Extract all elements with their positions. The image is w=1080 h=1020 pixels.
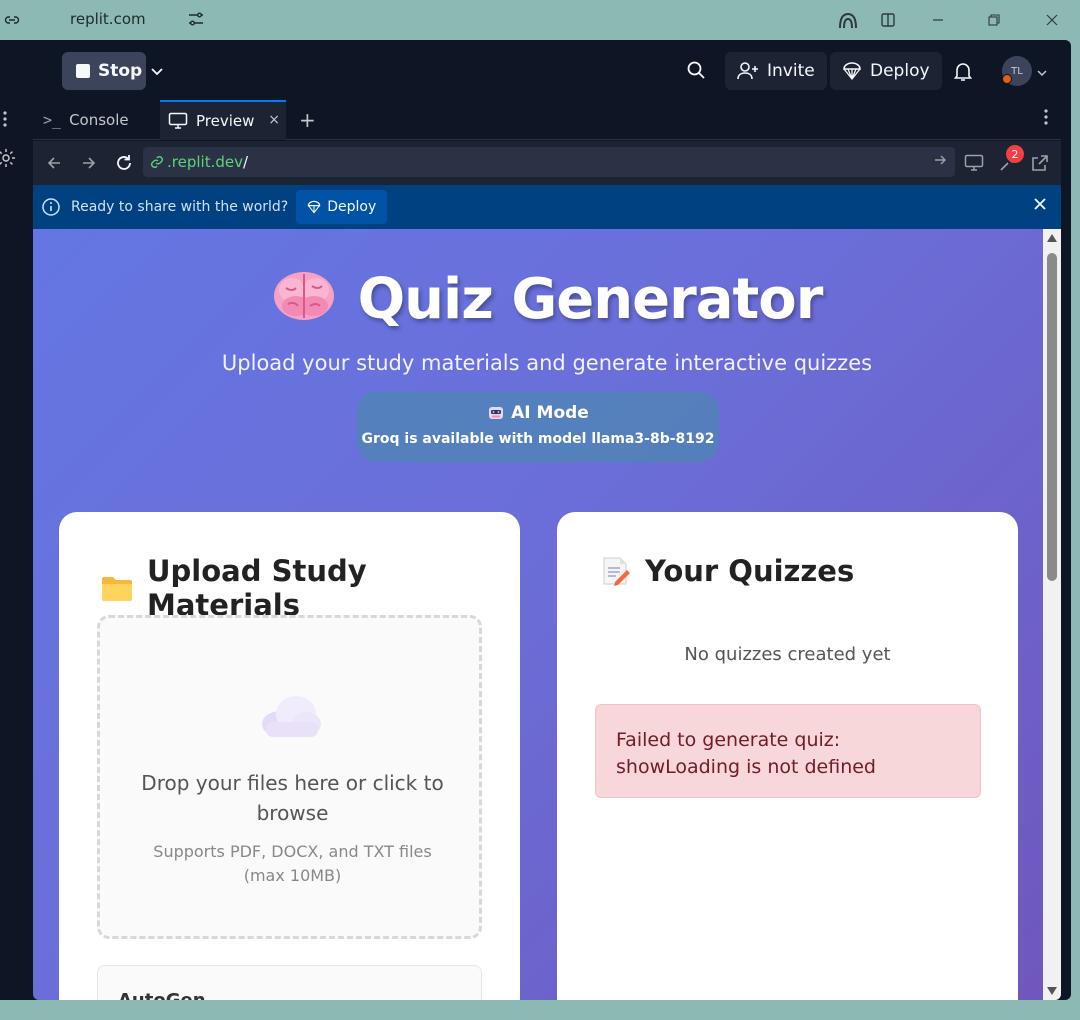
autogen-label: AutoGen xyxy=(118,990,206,1000)
monitor-icon xyxy=(168,112,188,129)
page-subtitle: Upload your study materials and generate… xyxy=(221,351,873,375)
copilot-icon[interactable] xyxy=(836,8,860,32)
page-title-text: Quiz Generator xyxy=(357,267,824,332)
left-sidebar-strip xyxy=(0,100,30,1000)
upload-heading: Upload Study Materials xyxy=(101,554,520,622)
terminal-icon: >_ xyxy=(43,111,62,129)
deploy-label: Deploy xyxy=(870,61,930,81)
stop-button[interactable]: Stop xyxy=(62,52,146,90)
back-icon[interactable] xyxy=(43,152,65,174)
refresh-icon[interactable] xyxy=(113,152,135,174)
invite-button[interactable]: Invite xyxy=(725,52,827,90)
gear-icon[interactable] xyxy=(0,148,16,172)
page-title: Quiz Generator xyxy=(33,267,1061,332)
avatar[interactable]: TL xyxy=(1002,56,1032,86)
memo-icon xyxy=(601,556,631,586)
stop-icon xyxy=(76,64,90,78)
minimize-icon[interactable] xyxy=(926,8,950,32)
tab-preview[interactable]: Preview × xyxy=(160,100,286,140)
kebab-icon[interactable] xyxy=(2,110,8,132)
os-window-title: replit.com xyxy=(70,10,146,28)
autogen-section: AutoGen xyxy=(97,965,482,1000)
banner-deploy-label: Deploy xyxy=(327,199,377,215)
scrollbar[interactable] xyxy=(1043,229,1061,1000)
preview-url-bar: .replit.dev / 2 xyxy=(33,141,1061,185)
external-link-icon[interactable] xyxy=(1029,152,1051,174)
stop-button-label: Stop xyxy=(98,61,143,81)
avatar-initials: TL xyxy=(1011,65,1023,77)
url-host: .replit.dev xyxy=(167,153,243,171)
ai-status-badge: AI Mode Groq is available with model lla… xyxy=(357,392,719,462)
tab-console-label: Console xyxy=(69,111,129,129)
monitor-icon[interactable] xyxy=(963,152,985,174)
ai-mode-label: AI Mode xyxy=(511,403,589,423)
os-title-bar: replit.com xyxy=(0,0,1080,40)
preview-pane: >_ Console Preview × + .replit.dev / 2 R… xyxy=(33,100,1061,1000)
info-icon xyxy=(41,197,61,217)
url-input[interactable]: .replit.dev / xyxy=(143,147,955,177)
upload-card: Upload Study Materials Drop your files h… xyxy=(59,512,520,1000)
quizzes-heading: Your Quizzes xyxy=(601,554,854,588)
quizzes-heading-text: Your Quizzes xyxy=(645,554,855,588)
preview-viewport: Quiz Generator Upload your study materia… xyxy=(33,229,1061,1000)
upload-heading-text: Upload Study Materials xyxy=(147,554,367,622)
close-icon[interactable] xyxy=(1040,8,1064,32)
devtools-badge: 2 xyxy=(1006,145,1024,163)
deploy-banner: Ready to share with the world? Deploy xyxy=(33,185,1061,229)
split-icon[interactable] xyxy=(876,8,900,32)
cloud-icon xyxy=(260,694,322,742)
empty-state-text: No quizzes created yet xyxy=(684,644,891,665)
search-icon[interactable] xyxy=(686,60,706,84)
tab-preview-label: Preview xyxy=(196,112,255,130)
link-icon[interactable] xyxy=(2,10,22,30)
kebab-icon[interactable] xyxy=(1043,108,1049,131)
close-tab-icon[interactable]: × xyxy=(268,112,280,128)
scrollbar-thumb[interactable] xyxy=(1047,253,1057,581)
add-tab-button[interactable]: + xyxy=(299,108,316,132)
arrow-right-icon[interactable] xyxy=(933,153,947,171)
file-dropzone[interactable]: Drop your files here or click to browse … xyxy=(97,615,482,939)
ai-mode-heading: AI Mode xyxy=(357,403,719,423)
tune-icon[interactable] xyxy=(186,9,206,33)
avatar-status-dot xyxy=(1002,74,1012,84)
scroll-down-icon[interactable] xyxy=(1047,987,1057,995)
dropzone-instructions: Drop your files here or click to browse xyxy=(141,771,444,825)
tab-console[interactable]: >_ Console xyxy=(33,100,159,140)
person-add-icon xyxy=(737,62,758,80)
link-icon xyxy=(151,156,163,168)
error-alert: Failed to generate quiz: showLoading is … xyxy=(595,704,981,798)
scroll-up-icon[interactable] xyxy=(1047,234,1057,242)
close-icon[interactable] xyxy=(1033,197,1047,215)
brain-icon xyxy=(273,272,334,320)
deploy-icon xyxy=(843,62,861,81)
ai-model-text: Groq is available with model llama3-8b-8… xyxy=(361,431,715,447)
url-path: / xyxy=(242,153,249,171)
workspace-header: Stop Invite Deploy TL xyxy=(0,40,1071,100)
banner-message: Ready to share with the world? xyxy=(71,199,289,215)
banner-deploy-button[interactable]: Deploy xyxy=(296,190,388,224)
replit-app-window: Stop Invite Deploy TL >_ Console Preview… xyxy=(0,40,1071,1000)
forward-icon[interactable] xyxy=(78,152,100,174)
quizzes-card: Your Quizzes No quizzes created yet Fail… xyxy=(557,512,1018,1000)
bell-icon[interactable] xyxy=(952,60,974,86)
folder-icon xyxy=(101,574,133,602)
deploy-icon xyxy=(308,200,321,214)
dropzone-file-types: Supports PDF, DOCX, and TXT files (max 1… xyxy=(153,842,432,885)
invite-label: Invite xyxy=(767,61,815,81)
robot-icon xyxy=(489,407,504,419)
deploy-button[interactable]: Deploy xyxy=(830,52,942,90)
chevron-down-icon[interactable] xyxy=(1036,64,1048,83)
chevron-down-icon[interactable] xyxy=(146,60,168,82)
pane-tab-bar: >_ Console Preview × + xyxy=(33,100,1061,140)
restore-icon[interactable] xyxy=(982,8,1006,32)
